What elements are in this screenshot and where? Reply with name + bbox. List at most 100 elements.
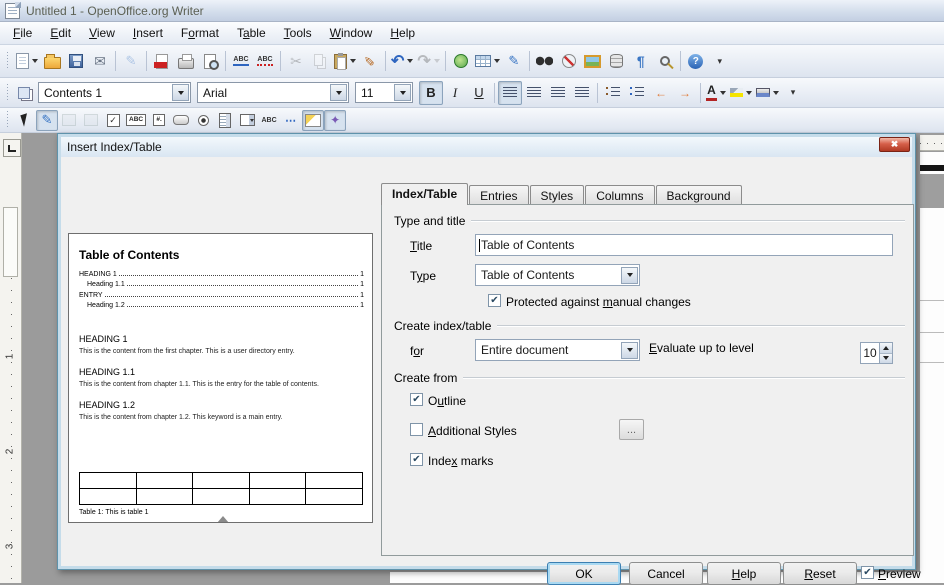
insert-option-button-button[interactable] [192, 110, 214, 131]
tab-styles[interactable]: Styles [530, 185, 585, 205]
italic-button[interactable]: I [443, 81, 467, 105]
highlighting-button[interactable] [728, 81, 754, 105]
background-color-button[interactable] [754, 81, 781, 105]
align-center-button[interactable] [522, 81, 546, 105]
zoom-button[interactable] [653, 49, 677, 73]
gallery-button[interactable] [581, 49, 605, 73]
spellcheck-button[interactable]: ABC [229, 49, 253, 73]
find-replace-button[interactable] [533, 49, 557, 73]
page-preview-button[interactable] [198, 49, 222, 73]
design-mode-button[interactable]: ✎ [36, 110, 58, 131]
menu-insert[interactable]: Insert [124, 23, 172, 43]
tab-background[interactable]: Background [656, 185, 742, 205]
nonprinting-characters-button[interactable]: ¶ [629, 49, 653, 73]
menu-window[interactable]: Window [321, 23, 382, 43]
save-button[interactable] [64, 49, 88, 73]
window-titlebar[interactable]: Untitled 1 - OpenOffice.org Writer [0, 0, 944, 22]
print-button[interactable] [174, 49, 198, 73]
bullet-list-button[interactable] [625, 81, 649, 105]
reset-button[interactable]: Reset [783, 562, 857, 585]
spinner-down-button[interactable] [880, 354, 892, 364]
dialog-titlebar[interactable]: Insert Index/Table [61, 137, 912, 157]
additional-styles-checkbox[interactable] [410, 423, 423, 436]
paragraph-style-combo[interactable]: Contents 1 [38, 82, 191, 103]
increase-indent-button[interactable]: → [673, 81, 697, 105]
export-pdf-button[interactable] [150, 49, 174, 73]
title-input[interactable]: Table of Contents [475, 234, 893, 256]
insert-push-button-button[interactable] [170, 110, 192, 131]
font-name-combo[interactable]: Arial [197, 82, 349, 103]
toolbar-grip[interactable] [5, 84, 10, 102]
menu-help[interactable]: Help [381, 23, 424, 43]
email-document-button[interactable]: ✉ [88, 49, 112, 73]
menu-tools[interactable]: Tools [275, 23, 321, 43]
format-paintbrush-button[interactable]: ✐ [358, 49, 382, 73]
toolbar-overflow-button[interactable]: ▾ [781, 81, 805, 105]
bold-button[interactable]: B [419, 81, 443, 105]
insert-formatted-field-button[interactable]: #. [148, 110, 170, 131]
data-sources-button[interactable] [605, 49, 629, 73]
autospellcheck-button[interactable]: ABC [253, 49, 277, 73]
menu-file[interactable]: File [4, 23, 41, 43]
protected-checkbox[interactable]: ✔ [488, 294, 501, 307]
for-select[interactable]: Entire document [475, 339, 640, 361]
undo-button[interactable]: ↶ [389, 49, 415, 73]
toolbar-grip[interactable] [5, 52, 10, 70]
toolbar-grip[interactable] [5, 111, 10, 129]
toolbar-overflow-button[interactable]: ▾ [708, 49, 732, 73]
select-pointer-button[interactable] [14, 110, 36, 131]
cancel-button[interactable]: Cancel [629, 562, 703, 585]
combo-dropdown-button[interactable] [330, 84, 347, 101]
select-dropdown-button[interactable] [621, 342, 638, 359]
assign-styles-button[interactable]: ... [619, 419, 644, 440]
tab-stop-selector[interactable] [3, 139, 21, 157]
insert-label-button[interactable]: ABC [258, 110, 280, 131]
paste-button[interactable] [332, 49, 358, 73]
outline-checkbox[interactable]: ✔ [410, 393, 423, 406]
index-marks-checkbox[interactable]: ✔ [410, 453, 423, 466]
preview-checkbox[interactable]: ✔ [861, 566, 874, 579]
dialog-close-button[interactable]: ✖ [879, 137, 910, 152]
menu-edit[interactable]: Edit [41, 23, 80, 43]
menu-table[interactable]: Table [228, 23, 275, 43]
numbered-list-button[interactable] [601, 81, 625, 105]
menu-format[interactable]: Format [172, 23, 228, 43]
font-size-combo[interactable]: 11 [355, 82, 413, 103]
align-right-button[interactable] [546, 81, 570, 105]
insert-combo-box-button[interactable] [236, 110, 258, 131]
new-document-button[interactable] [14, 49, 40, 73]
level-spinner[interactable]: 10 [860, 342, 893, 364]
type-select[interactable]: Table of Contents [475, 264, 640, 286]
spinner-up-button[interactable] [880, 343, 892, 354]
tab-entries[interactable]: Entries [469, 185, 528, 205]
wizards-button[interactable]: ✦ [324, 110, 346, 131]
help-button[interactable]: Help [707, 562, 781, 585]
vertical-ruler[interactable]: 1 2 3 [0, 133, 22, 583]
menu-view[interactable]: View [80, 23, 124, 43]
underline-button[interactable]: U [467, 81, 491, 105]
insert-list-box-button[interactable] [214, 110, 236, 131]
tab-columns[interactable]: Columns [585, 185, 654, 205]
styles-window-button[interactable] [14, 81, 38, 105]
font-color-button[interactable]: A [704, 81, 728, 105]
show-draw-functions-button[interactable]: ✎ [502, 49, 526, 73]
combo-dropdown-button[interactable] [394, 84, 411, 101]
ruler-margin-box[interactable] [3, 207, 18, 277]
select-dropdown-button[interactable] [621, 267, 638, 284]
preview-resize-handle[interactable] [217, 516, 229, 523]
combo-dropdown-button[interactable] [172, 84, 189, 101]
decrease-indent-button[interactable]: ← [649, 81, 673, 105]
insert-textbox-button[interactable]: ABC [124, 110, 148, 131]
open-button[interactable] [40, 49, 64, 73]
align-left-button[interactable] [498, 81, 522, 105]
more-controls-button[interactable]: ⋯ [280, 110, 302, 131]
insert-checkbox-button[interactable]: ✓ [102, 110, 124, 131]
form-design-button[interactable] [302, 110, 324, 131]
navigator-button[interactable] [557, 49, 581, 73]
insert-table-button[interactable] [473, 49, 502, 73]
ok-button[interactable]: OK [547, 562, 621, 585]
help-button[interactable]: ? [684, 49, 708, 73]
hyperlink-button[interactable] [449, 49, 473, 73]
tab-index-table[interactable]: Index/Table [381, 183, 468, 205]
justify-button[interactable] [570, 81, 594, 105]
